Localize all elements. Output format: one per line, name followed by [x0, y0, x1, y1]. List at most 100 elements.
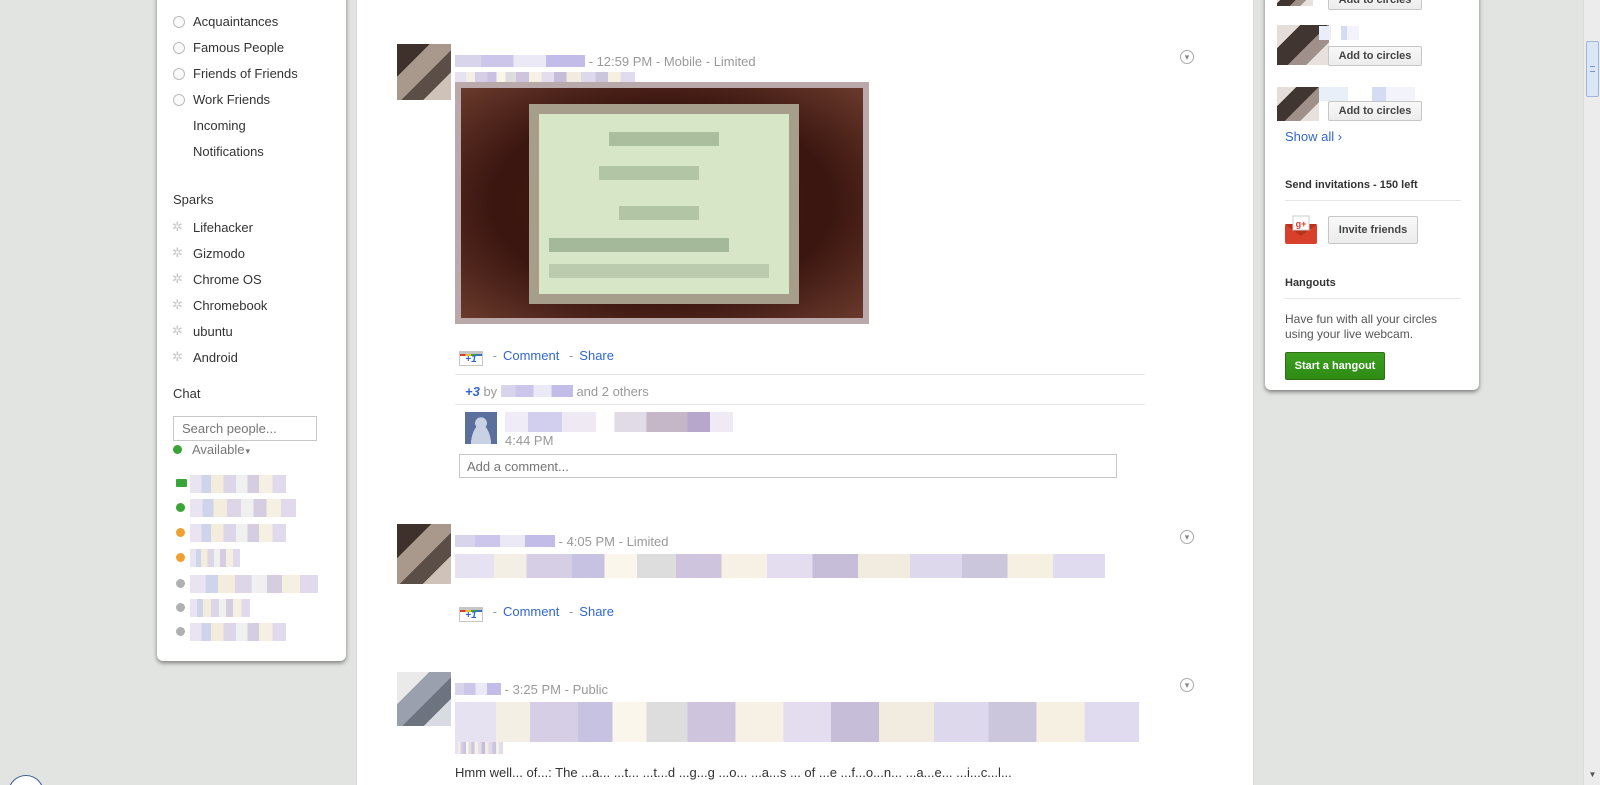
- circle-label: Friends of Friends: [193, 66, 298, 81]
- nav-item-incoming[interactable]: Incoming: [157, 116, 346, 138]
- post-time[interactable]: 3:25 PM: [513, 682, 561, 697]
- post-meta: - 4:05 PM - Limited: [455, 534, 669, 549]
- divider: [455, 374, 1145, 375]
- post-text-blurred: [455, 554, 1105, 578]
- circle-icon: [173, 16, 185, 28]
- offline-status-icon: [176, 579, 185, 588]
- spark-item-lifehacker[interactable]: ✲ Lifehacker: [157, 218, 346, 240]
- contact-name-blurred: [190, 475, 286, 493]
- author-name-blurred[interactable]: [455, 683, 501, 695]
- chat-contact[interactable]: [173, 497, 323, 519]
- grip-icon: [1590, 66, 1595, 72]
- suggestion-name-blurred[interactable]: [1319, 26, 1359, 40]
- post-visibility[interactable]: Limited: [714, 54, 756, 69]
- post-image[interactable]: [455, 82, 869, 324]
- post-text-blurred: [455, 702, 1139, 742]
- spark-label: Gizmodo: [193, 246, 246, 261]
- chat-contact[interactable]: [173, 573, 323, 595]
- avatar[interactable]: [465, 412, 497, 444]
- chat-search-input[interactable]: [173, 416, 317, 441]
- post-meta: - 3:25 PM - Public: [455, 682, 608, 697]
- add-comment-input[interactable]: [459, 454, 1117, 478]
- post-time[interactable]: 4:05 PM: [567, 534, 615, 549]
- sparkle-icon: ✲: [172, 245, 183, 260]
- idle-status-icon: [176, 528, 185, 537]
- circle-icon: [173, 68, 185, 80]
- show-all-link[interactable]: Show all ›: [1285, 129, 1342, 144]
- by-label: by: [483, 384, 498, 399]
- chat-status-selector[interactable]: Available▾: [173, 442, 250, 457]
- share-link[interactable]: Share: [579, 604, 614, 619]
- post-via: Mobile: [663, 54, 703, 69]
- comment-text-blurred: [505, 412, 733, 432]
- spark-item-gizmodo[interactable]: ✲ Gizmodo: [157, 244, 346, 266]
- circle-item-famous-people[interactable]: Famous People: [157, 38, 346, 60]
- plus-ones-summary[interactable]: +3 by and 2 others: [465, 384, 649, 399]
- contact-name-blurred: [190, 549, 240, 567]
- comment-link[interactable]: Comment: [503, 348, 559, 363]
- idle-status-icon: [176, 553, 185, 562]
- chat-heading: Chat: [173, 386, 201, 401]
- circle-item-acquaintances[interactable]: Acquaintances: [157, 12, 346, 34]
- contact-name-blurred: [190, 499, 296, 517]
- spark-item-chromebook[interactable]: ✲ Chromebook: [157, 296, 346, 318]
- nav-item-notifications[interactable]: Notifications: [157, 142, 346, 164]
- post-visibility[interactable]: Limited: [627, 534, 669, 549]
- spark-item-android[interactable]: ✲ Android: [157, 348, 346, 370]
- dropdown-circle-icon[interactable]: ▾: [1180, 530, 1194, 544]
- circle-icon: [173, 94, 185, 106]
- online-status-icon: [173, 445, 182, 454]
- gplus-envelope-icon: g+: [1285, 215, 1317, 244]
- divider: [1285, 298, 1461, 299]
- spark-label: ubuntu: [193, 324, 233, 339]
- share-link[interactable]: Share: [579, 348, 614, 363]
- scroll-down-arrow-icon[interactable]: ▼: [1586, 768, 1599, 782]
- chat-contact[interactable]: [173, 547, 323, 569]
- circle-icon: [173, 42, 185, 54]
- circle-item-friends-of-friends[interactable]: Friends of Friends: [157, 64, 346, 86]
- add-to-circles-button[interactable]: Add to circles: [1328, 101, 1422, 121]
- dropdown-circle-icon[interactable]: ▾: [1180, 678, 1194, 692]
- dropdown-circle-icon[interactable]: ▾: [1180, 50, 1194, 64]
- sparkle-icon: ✲: [172, 349, 183, 364]
- chat-contact[interactable]: [173, 473, 323, 495]
- add-to-circles-button[interactable]: Add to circles: [1328, 46, 1422, 66]
- chat-contact[interactable]: [173, 522, 323, 544]
- circle-item-work-friends[interactable]: Work Friends: [157, 90, 346, 112]
- invite-friends-button[interactable]: Invite friends: [1328, 216, 1418, 244]
- suggestion-name-blurred[interactable]: [1319, 87, 1415, 101]
- start-hangout-button[interactable]: Start a hangout: [1285, 352, 1385, 380]
- spark-label: Chromebook: [193, 298, 268, 313]
- author-name-blurred[interactable]: [455, 535, 555, 547]
- post-meta: - 12:59 PM - Mobile - Limited: [455, 54, 756, 69]
- spark-label: Chrome OS: [193, 272, 262, 287]
- author-name-blurred[interactable]: [455, 55, 585, 67]
- spark-item-ubuntu[interactable]: ✲ ubuntu: [157, 322, 346, 344]
- scrollbar-thumb[interactable]: [1586, 41, 1599, 97]
- chevron-down-icon: ▾: [245, 446, 251, 456]
- offline-status-icon: [176, 603, 185, 612]
- add-to-circles-button[interactable]: Add to circles: [1328, 0, 1422, 10]
- suggestion-photo[interactable]: [1277, 0, 1313, 6]
- comment-link[interactable]: Comment: [503, 604, 559, 619]
- divider: [455, 404, 1145, 405]
- chat-contact[interactable]: [173, 621, 323, 643]
- plus-one-button[interactable]: +1: [459, 351, 483, 366]
- online-status-icon: [176, 503, 185, 512]
- spark-label: Android: [193, 350, 238, 365]
- post-time[interactable]: 12:59 PM: [597, 54, 653, 69]
- plus-one-button[interactable]: +1: [459, 607, 483, 622]
- scrollbar[interactable]: ▼: [1583, 0, 1600, 785]
- suggestion-photo[interactable]: [1277, 87, 1319, 121]
- avatar[interactable]: [397, 44, 451, 100]
- spark-item-chrome-os[interactable]: ✲ Chrome OS: [157, 270, 346, 292]
- chat-contact[interactable]: [173, 597, 323, 619]
- avatar[interactable]: [397, 672, 451, 726]
- nav-label: Notifications: [193, 144, 264, 159]
- post-actions: +1 - Comment - Share: [459, 348, 614, 366]
- circle-label: Work Friends: [193, 92, 271, 107]
- corner-widget-icon[interactable]: [8, 775, 44, 785]
- chat-status-label: Available: [192, 442, 245, 457]
- post-visibility[interactable]: Public: [573, 682, 608, 697]
- avatar[interactable]: [397, 524, 451, 584]
